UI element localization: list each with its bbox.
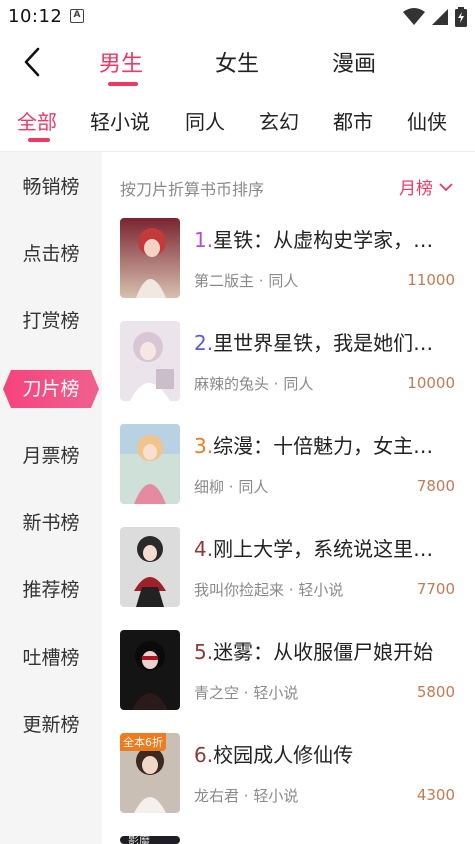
list-item[interactable]: 全本6折 6.校园成人修仙传 龙右君 · 轻小说 4300 <box>102 733 475 813</box>
book-author: 麻辣的兔头 <box>194 375 270 393</box>
book-category: 同人 <box>283 375 314 393</box>
book-author: 青之空 <box>194 684 240 702</box>
book-score: 5800 <box>416 683 455 701</box>
book-author: 龙右君 <box>194 787 240 805</box>
category-tab-fantasy[interactable]: 玄幻 <box>259 106 299 135</box>
book-category: 轻小说 <box>253 684 299 702</box>
book-cover <box>120 630 180 710</box>
category-tab-xianxia[interactable]: 仙侠 <box>407 106 447 135</box>
active-tab-indicator <box>108 82 138 86</box>
book-rank: 4. <box>194 537 214 561</box>
book-title: 6.校园成人修仙传 <box>194 739 444 768</box>
category-tab-light-novel[interactable]: 轻小说 <box>90 106 150 135</box>
list-item[interactable]: 4.刚上大学，系统说这里… 我叫你捡起来 · 轻小说 7700 <box>102 527 475 607</box>
book-score: 7800 <box>416 477 455 495</box>
book-title-text: 刚上大学，系统说这里… <box>213 537 434 561</box>
book-meta: 我叫你捡起来 · 轻小说 <box>194 581 344 599</box>
signal-icon <box>432 9 448 25</box>
category-tab-all[interactable]: 全部 <box>17 106 57 135</box>
book-rank: 1. <box>194 228 214 252</box>
active-category-indicator <box>28 138 50 142</box>
book-category: 同人 <box>268 272 299 290</box>
book-rank: 5. <box>194 640 214 664</box>
sidebar-item-updates[interactable]: 更新榜 <box>0 705 102 745</box>
cover-text: 影魔 <box>128 836 150 844</box>
category-tab-fanfic[interactable]: 同人 <box>185 106 225 135</box>
ranking-sidebar: 畅销榜 点击榜 打赏榜 刀片榜 月票榜 新书榜 推荐榜 吐槽榜 更新榜 <box>0 152 102 844</box>
book-title: 5.迷雾：从收服僵尸娘开始 <box>194 636 444 665</box>
book-cover: 影魔 <box>120 836 180 844</box>
sidebar-item-monthly-votes[interactable]: 月票榜 <box>0 436 102 476</box>
book-score: 11000 <box>407 271 455 289</box>
book-cover <box>120 321 180 401</box>
book-score: 4300 <box>416 786 455 804</box>
sidebar-item-clicks[interactable]: 点击榜 <box>0 234 102 274</box>
book-meta: 青之空 · 轻小说 <box>194 684 299 702</box>
sort-description: 按刀片折算书币排序 <box>120 180 265 199</box>
tab-female[interactable]: 女生 <box>215 46 259 78</box>
category-tab-urban[interactable]: 都市 <box>333 106 373 135</box>
sidebar-item-recommended[interactable]: 推荐榜 <box>0 570 102 610</box>
book-title: 3.综漫：十倍魅力，女主… <box>194 430 444 459</box>
book-category: 轻小说 <box>298 581 344 599</box>
book-rank: 2. <box>194 331 214 355</box>
book-title-text: 迷雾：从收服僵尸娘开始 <box>213 640 434 664</box>
book-title-text: 里世界星铁，我是她们… <box>213 331 434 355</box>
book-rank: 3. <box>194 434 214 458</box>
book-author: 第二版主 <box>194 272 255 290</box>
book-category: 轻小说 <box>253 787 299 805</box>
book-title: 1.星铁：从虚构史学家，… <box>194 224 444 253</box>
back-button[interactable] <box>14 44 50 80</box>
book-meta: 龙右君 · 轻小说 <box>194 787 299 805</box>
category-tabs: 全部 轻小说 同人 玄幻 都市 仙侠 <box>0 100 475 144</box>
wifi-icon <box>403 8 425 25</box>
book-title: 2.里世界星铁，我是她们… <box>194 327 444 356</box>
book-rank: 6. <box>194 743 214 767</box>
list-item[interactable]: 5.迷雾：从收服僵尸娘开始 青之空 · 轻小说 5800 <box>102 630 475 710</box>
sidebar-item-blades[interactable]: 刀片榜 <box>3 370 99 408</box>
book-meta: 第二版主 · 同人 <box>194 272 299 290</box>
book-score: 10000 <box>407 374 455 392</box>
status-time: 10:12 <box>8 6 63 27</box>
period-label: 月榜 <box>399 179 433 199</box>
book-category: 同人 <box>238 478 269 496</box>
list-item[interactable]: 3.综漫：十倍魅力，女主… 细柳 · 同人 7800 <box>102 424 475 504</box>
chevron-left-icon <box>24 47 40 77</box>
book-cover <box>120 424 180 504</box>
book-title-text: 校园成人修仙传 <box>213 743 354 767</box>
book-cover <box>120 527 180 607</box>
tab-comics[interactable]: 漫画 <box>332 46 376 78</box>
book-title: 4.刚上大学，系统说这里… <box>194 533 444 562</box>
status-icons <box>403 7 467 27</box>
period-dropdown[interactable]: 月榜 <box>399 174 453 199</box>
status-bar: 10:12 A <box>0 0 475 34</box>
list-item[interactable]: 2.里世界星铁，我是她们… 麻辣的兔头 · 同人 10000 <box>102 321 475 401</box>
ranking-list: 按刀片折算书币排序 月榜 1.星铁：从虚构史学家，… 第二版主 · 同人 110… <box>102 152 475 844</box>
book-author: 我叫你捡起来 <box>194 581 285 599</box>
discount-badge: 全本6折 <box>120 733 166 751</box>
book-title-text: 星铁：从虚构史学家，… <box>213 228 434 252</box>
chevron-down-icon <box>439 182 453 191</box>
book-cover: 全本6折 <box>120 733 180 813</box>
sidebar-item-label: 刀片榜 <box>22 378 80 400</box>
book-title-text: 综漫：十倍魅力，女主… <box>213 434 434 458</box>
sidebar-item-new-books[interactable]: 新书榜 <box>0 503 102 543</box>
book-meta: 麻辣的兔头 · 同人 <box>194 375 314 393</box>
sidebar-item-comments[interactable]: 吐槽榜 <box>0 638 102 678</box>
list-item[interactable]: 影魔 <box>102 836 475 844</box>
book-author: 细柳 <box>194 478 225 496</box>
sidebar-item-rewards[interactable]: 打赏榜 <box>0 301 102 341</box>
tab-male[interactable]: 男生 <box>99 46 143 78</box>
list-item[interactable]: 1.星铁：从虚构史学家，… 第二版主 · 同人 11000 <box>102 218 475 298</box>
sidebar-item-bestseller[interactable]: 畅销榜 <box>0 167 102 207</box>
top-nav: 男生 女生 漫画 <box>0 38 475 86</box>
book-meta: 细柳 · 同人 <box>194 478 269 496</box>
battery-icon <box>455 7 467 27</box>
notification-icon: A <box>70 9 84 23</box>
book-score: 7700 <box>416 580 455 598</box>
book-cover <box>120 218 180 298</box>
